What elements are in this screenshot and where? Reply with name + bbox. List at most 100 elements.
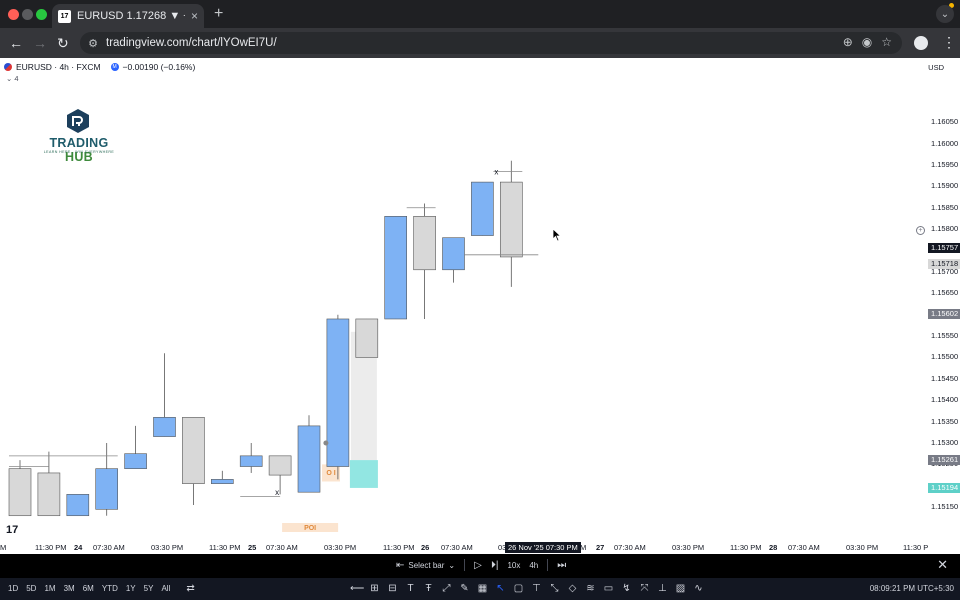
forward-arrow-icon[interactable]: → [33,35,47,51]
rect-tool-icon[interactable]: ▭ [602,582,615,595]
drawing-tools: ⟵ ⊞ ⊟ T Ŧ ⤢ ✎ ▦ ↖ ▢ ⊤ ⤡ ◇ ≋ ▭ ↯ ⤧ ⊥ ▨ ∿ [350,582,705,595]
range-button-ytd[interactable]: YTD [102,584,118,594]
high-x-marker: x [494,167,498,176]
time-axis[interactable]: M 11:30 PM 24 07:30 AM 03:30 PM 11:30 PM 25 07:… [0,542,928,554]
text-tool-icon[interactable]: T [404,582,417,595]
pen-tool-icon[interactable]: ✎ [458,582,471,595]
curve-tool-icon[interactable]: ≋ [584,582,597,595]
price-label-p5: 1.15194 [928,483,960,494]
price-tick: 1.15300 [931,438,959,447]
price-label-p3: 1.15602 [928,308,960,319]
add-alert-plus-icon[interactable]: + [916,226,925,235]
browser-tab[interactable]: 17 EURUSD 1.17268 ▼ −0.1% Tr × [52,4,204,28]
browser-toolbar: ← → ↻ ⚙ tradingview.com/chart/lYOwEI7U/ … [0,28,960,58]
zoom-icon[interactable]: ⊕ [843,35,853,49]
back-arrow-icon[interactable]: ← [9,35,23,51]
new-tab-plus-icon[interactable]: + [214,5,223,23]
grid-tool-icon[interactable]: ▦ [476,582,489,595]
price-tick: 1.16000 [931,138,959,148]
tradingview-favicon-icon: 17 [58,9,71,23]
time-tick: 07:30 AM [441,543,473,552]
bookmark-star-icon[interactable]: ☆ [881,35,892,49]
candle-body [95,468,118,510]
price-tick: 1.15950 [931,159,959,169]
path-tool-icon[interactable]: ⤡ [548,582,561,595]
range-button-3m[interactable]: 3M [64,584,75,594]
eye-icon[interactable]: ◉ [862,35,872,49]
measure-tool-icon[interactable]: ⤧ [638,582,651,595]
line-tool-icon[interactable]: ⟵ [350,582,364,595]
candle-body [8,468,32,517]
speed-selector[interactable]: 10x [507,561,520,570]
range-button-all[interactable]: All [161,584,170,594]
callout-tool-icon[interactable]: ⊤ [530,582,543,595]
site-info-icon[interactable]: ⚙ [86,36,100,50]
pattern-tool-icon[interactable]: ⊟ [386,582,399,595]
close-replay-icon[interactable]: ✕ [937,557,948,573]
range-button-1y[interactable]: 1Y [126,584,136,594]
brush-tool-icon[interactable]: ⤢ [440,582,453,595]
maximize-window-button[interactable] [36,9,47,20]
candle-body [37,472,61,517]
comment-tool-icon[interactable]: ▢ [512,582,525,595]
utc-clock[interactable]: 08:09:21 PM UTC+5:30 [870,584,954,593]
tradingview-logo-icon[interactable]: 17 [6,524,18,536]
text-alt-tool-icon[interactable]: Ŧ [422,582,435,595]
time-tick: 07:30 AM [788,543,820,552]
time-tick: 11:30 P [903,543,929,552]
candle-body [182,417,205,484]
candle-body [124,453,147,469]
chart-footer: 1D 5D 1M 3M 6M YTD 1Y 5Y All ⇄ ⟵ ⊞ ⊟ T Ŧ ⤢ ✎ ▦ ↖ … [0,578,960,600]
goto-date-icon[interactable]: ⇄ [186,583,194,594]
candle-body [211,479,234,484]
replay-toolbar: ⇤ Select bar ⌄ ▷ ⏵| 10x 4h ⏭ ✕ [0,554,960,578]
oi-box [349,460,378,488]
price-label-p4: 1.15261 [928,454,960,465]
mouse-cursor-icon [552,228,562,242]
range-button-6m[interactable]: 6M [83,584,94,594]
time-tick: 24 [74,543,83,552]
low-x-marker: x [275,488,279,497]
tab-close-icon[interactable]: × [191,9,198,23]
browser-menu-icon[interactable]: ⋮ [942,34,956,51]
tab-title: EURUSD 1.17268 ▼ −0.1% Tr [77,10,185,22]
candle-body [413,216,436,271]
time-tick: 07:30 AM [93,543,125,552]
tab-search-chevron-icon[interactable]: ⌄ [936,5,954,23]
cursor-tool-icon[interactable]: ↖ [494,582,507,595]
play-icon[interactable]: ▷ [474,560,482,571]
fib-tool-icon[interactable]: ⊞ [368,582,381,595]
time-tick: 03:30 PM [151,543,184,552]
reload-icon[interactable]: ↻ [57,35,69,51]
close-window-button[interactable] [8,9,19,20]
time-tick: M [0,543,7,552]
profile-avatar[interactable] [914,36,928,50]
price-axis[interactable]: 1.16050 1.16000 1.15950 1.15900 1.15850 1.158… [928,58,960,554]
scribble-tool-icon[interactable]: ∿ [692,582,705,595]
address-bar[interactable]: ⚙ tradingview.com/chart/lYOwEI7U/ ⊕ ◉ ☆ [80,32,902,54]
candle-body [471,181,494,236]
interval-selector[interactable]: 4h [529,561,538,570]
candlestick-plot[interactable]: x x O I POI [0,58,928,542]
chart-area[interactable]: EURUSD · 4h · FXCM M −0.00190 (−0.16%) ⌄… [0,58,960,554]
step-forward-icon[interactable]: ⏵| [491,560,499,571]
minimize-window-button[interactable] [22,9,33,20]
range-button-1d[interactable]: 1D [8,584,18,594]
price-tick: 1.15850 [931,202,959,212]
range-button-5y[interactable]: 5Y [144,584,154,594]
price-tick: 1.15900 [931,181,959,191]
select-bar-dropdown[interactable]: ⇤ Select bar ⌄ [396,560,455,571]
candle-body [153,417,176,437]
candle-body [384,216,408,320]
time-tick: 03:30 PM [324,543,357,552]
forecast-tool-icon[interactable]: ⊥ [656,582,669,595]
image-tool-icon[interactable]: ▨ [674,582,687,595]
zigzag-tool-icon[interactable]: ↯ [620,582,633,595]
range-button-5d[interactable]: 5D [26,584,36,594]
date-range-buttons: 1D 5D 1M 3M 6M YTD 1Y 5Y All ⇄ [8,583,195,594]
range-button-1m[interactable]: 1M [44,584,55,594]
time-tick: 27 [596,543,605,552]
jump-to-realtime-icon[interactable]: ⏭ [557,560,566,571]
shape-tool-icon[interactable]: ◇ [566,582,579,595]
time-tick: 11:30 PM [383,543,415,552]
